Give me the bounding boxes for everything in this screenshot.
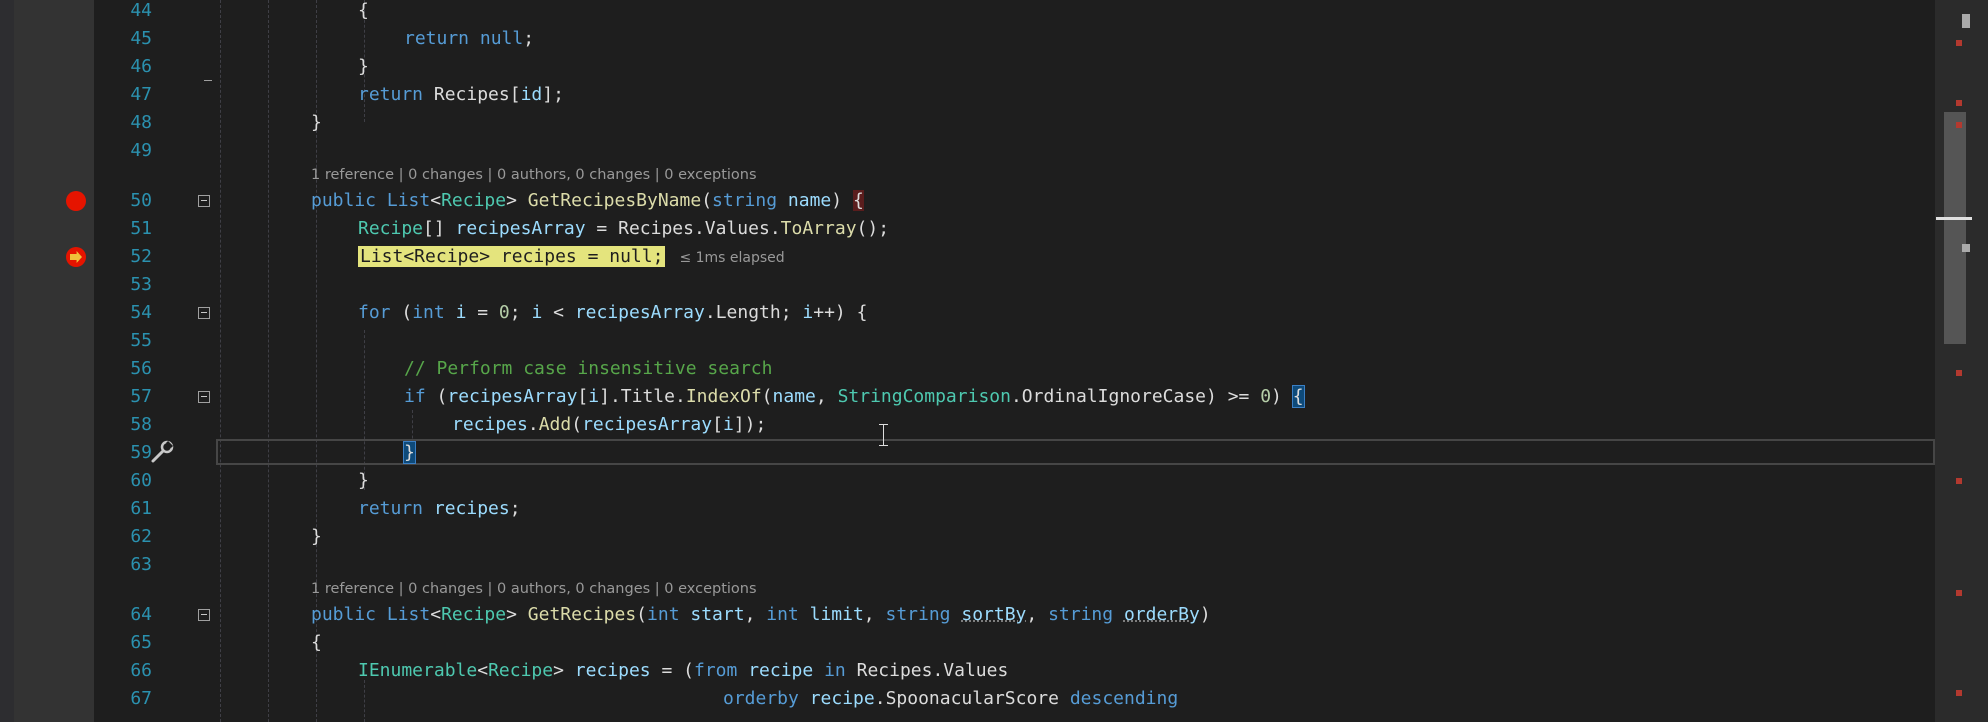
code-line[interactable]: 49 — [94, 137, 1935, 165]
code-line[interactable]: 50 public List<Recipe> GetRecipesByName(… — [94, 187, 1935, 215]
code-line[interactable]: 45 return null; — [94, 25, 1935, 53]
current-statement-highlight: List<Recipe> recipes = null; — [358, 246, 666, 267]
code-text[interactable]: } — [311, 109, 322, 137]
code-text[interactable]: return Recipes[id]; — [358, 81, 564, 109]
scroll-map-marker — [1962, 244, 1970, 252]
quick-actions-wrench-icon[interactable] — [150, 440, 176, 464]
breakpoint-marker — [1956, 100, 1962, 106]
code-text[interactable]: { — [311, 629, 322, 657]
scroll-map-top-marker — [1962, 14, 1970, 28]
line-number: 48 — [130, 112, 152, 133]
code-text[interactable]: } — [358, 53, 369, 81]
line-number: 64 — [130, 604, 152, 625]
code-line[interactable]: 51 Recipe[] recipesArray = Recipes.Value… — [94, 215, 1935, 243]
line-number: 61 — [130, 498, 152, 519]
code-text[interactable]: recipes.Add(recipesArray[i]); — [452, 411, 766, 439]
code-line[interactable]: 48 } — [94, 109, 1935, 137]
breakpoint-marker — [1956, 40, 1962, 46]
code-text[interactable]: for (int i = 0; i < recipesArray.Length;… — [358, 299, 867, 327]
fold-icon[interactable] — [198, 609, 210, 621]
code-text[interactable]: return null; — [404, 25, 534, 53]
fold-icon[interactable] — [198, 307, 210, 319]
code-line[interactable]: 63 — [94, 551, 1935, 579]
line-number: 54 — [130, 302, 152, 323]
code-comment[interactable]: // Perform case insensitive search — [404, 355, 772, 383]
code-line[interactable]: 62 } — [94, 523, 1935, 551]
code-line[interactable]: 64 public List<Recipe> GetRecipes(int st… — [94, 601, 1935, 629]
code-editor[interactable]: 44 { 45 return null; 46 } 47 return Reci… — [94, 0, 1935, 722]
breakpoint-marker — [1956, 690, 1962, 696]
breakpoint-marker — [1956, 122, 1962, 128]
code-line[interactable]: 53 — [94, 271, 1935, 299]
line-number: 45 — [130, 28, 152, 49]
code-text[interactable]: return recipes; — [358, 495, 521, 523]
line-number: 67 — [130, 688, 152, 709]
breakpoint-icon[interactable] — [66, 191, 86, 211]
line-number: 53 — [130, 274, 152, 295]
scrollbar-thumb[interactable] — [1944, 112, 1966, 344]
line-number: 56 — [130, 358, 152, 379]
code-text[interactable]: { — [358, 0, 369, 25]
code-text[interactable]: } — [403, 439, 416, 467]
breakpoint-marker — [1956, 370, 1962, 376]
code-line[interactable]: 60 } — [94, 467, 1935, 495]
line-number: 65 — [130, 632, 152, 653]
codelens-info[interactable]: 1 reference | 0 changes | 0 authors, 0 c… — [311, 167, 757, 183]
code-line[interactable]: 67 orderby recipe.SpoonacularScore desce… — [94, 685, 1935, 713]
code-text[interactable]: } — [358, 467, 369, 495]
breakpoint-marker — [1956, 590, 1962, 596]
vertical-scrollbar[interactable] — [1935, 0, 1988, 722]
code-line[interactable]: 55 — [94, 327, 1935, 355]
code-line[interactable]: 59 } — [94, 439, 1935, 467]
code-text[interactable]: if (recipesArray[i].Title.IndexOf(name, … — [404, 383, 1305, 411]
code-line[interactable]: 52 List<Recipe> recipes = null; ≤ 1ms ela… — [94, 243, 1935, 271]
code-text[interactable]: orderby recipe.SpoonacularScore descendi… — [723, 685, 1178, 713]
code-line[interactable]: 57 if (recipesArray[i].Title.IndexOf(nam… — [94, 383, 1935, 411]
fold-icon[interactable] — [198, 195, 210, 207]
code-line[interactable]: 46 } — [94, 53, 1935, 81]
line-number: 47 — [130, 84, 152, 105]
code-line[interactable]: 65 { — [94, 629, 1935, 657]
caret-position-marker — [1936, 217, 1972, 220]
code-text[interactable]: Recipe[] recipesArray = Recipes.Values.T… — [358, 215, 889, 243]
line-number: 58 — [130, 414, 152, 435]
code-line[interactable]: 47 return Recipes[id]; — [94, 81, 1935, 109]
left-edge-strip — [0, 0, 14, 722]
code-line[interactable]: 44 { — [94, 0, 1935, 25]
line-number: 52 — [130, 246, 152, 267]
line-number: 50 — [130, 190, 152, 211]
code-text[interactable]: public List<Recipe> GetRecipesByName(str… — [311, 187, 864, 215]
code-text[interactable]: IEnumerable<Recipe> recipes = (from reci… — [358, 657, 1008, 685]
fold-end-marker — [204, 80, 212, 81]
code-line[interactable]: 61 return recipes; — [94, 495, 1935, 523]
line-number: 44 — [130, 0, 152, 21]
line-number: 62 — [130, 526, 152, 547]
code-text[interactable]: public List<Recipe> GetRecipes(int start… — [311, 601, 1211, 629]
codelens-info[interactable]: 1 reference | 0 changes | 0 authors, 0 c… — [311, 581, 757, 597]
line-number: 46 — [130, 56, 152, 77]
line-number: 66 — [130, 660, 152, 681]
breakpoint-marker — [1956, 478, 1962, 484]
line-number: 60 — [130, 470, 152, 491]
code-line[interactable]: 66 IEnumerable<Recipe> recipes = (from r… — [94, 657, 1935, 685]
line-number: 49 — [130, 140, 152, 161]
code-text[interactable]: } — [311, 523, 322, 551]
line-number: 59 — [130, 442, 152, 463]
code-line[interactable]: 56 // Perform case insensitive search — [94, 355, 1935, 383]
code-line[interactable]: 58 recipes.Add(recipesArray[i]); — [94, 411, 1935, 439]
ibeam-cursor-icon — [878, 422, 890, 448]
code-text[interactable]: List<Recipe> recipes = null; ≤ 1ms elapse… — [358, 243, 785, 272]
line-number: 51 — [130, 218, 152, 239]
fold-icon[interactable] — [198, 391, 210, 403]
line-number: 57 — [130, 386, 152, 407]
code-line[interactable]: 54 for (int i = 0; i < recipesArray.Leng… — [94, 299, 1935, 327]
line-number: 63 — [130, 554, 152, 575]
indicator-margin[interactable] — [14, 0, 94, 722]
perf-tip[interactable]: ≤ 1ms elapsed — [679, 250, 784, 266]
line-number: 55 — [130, 330, 152, 351]
breakpoint-arrow-icon[interactable] — [66, 247, 86, 267]
